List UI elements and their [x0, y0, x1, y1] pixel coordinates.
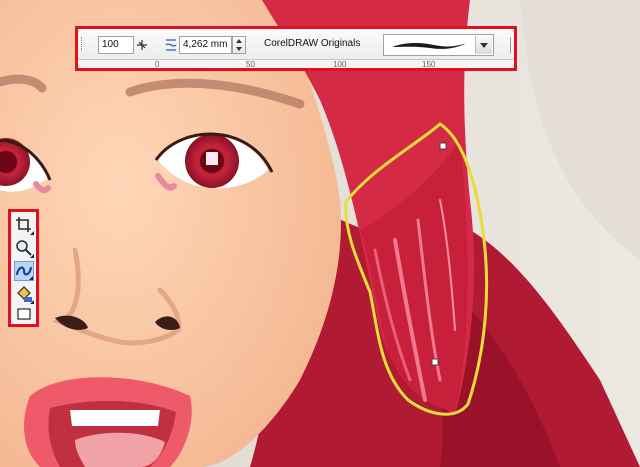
ruler-label: 0 — [155, 60, 160, 69]
scale-lock-icon[interactable] — [134, 37, 150, 53]
flyout-indicator-icon — [30, 231, 34, 235]
teeth — [70, 410, 160, 426]
spin-up-icon[interactable] — [236, 39, 242, 43]
ruler-label: 50 — [246, 60, 255, 69]
horizontal-ruler: 0 50 100 150 — [78, 60, 514, 71]
rectangle-tool[interactable] — [14, 307, 34, 321]
spin-down-icon[interactable] — [236, 47, 242, 51]
flyout-indicator-icon — [29, 276, 33, 280]
dropdown-arrow-icon[interactable] — [475, 36, 492, 54]
tongue — [75, 432, 165, 467]
preset-category-label[interactable]: CorelDRAW Originals — [264, 38, 360, 49]
brush-stroke-dropdown[interactable] — [383, 34, 494, 56]
smart-fill-tool[interactable] — [14, 284, 34, 304]
artistic-media-property-bar: 100 4,262 mm CorelDRAW Originals 0 50 10… — [75, 26, 517, 71]
stroke-width-icon — [164, 36, 178, 54]
crop-tool[interactable] — [14, 215, 34, 235]
rectangle-icon — [17, 308, 31, 320]
path-node-handle[interactable] — [431, 358, 439, 366]
toolbar-grip[interactable] — [81, 37, 85, 51]
property-bar-strip: 100 4,262 mm CorelDRAW Originals — [78, 29, 514, 60]
right-eye-glint — [206, 152, 218, 165]
next-control-edge — [510, 37, 519, 53]
path-node-handle[interactable] — [439, 142, 447, 150]
artistic-media-tool[interactable] — [14, 261, 34, 281]
size-input[interactable]: 100 — [98, 36, 134, 54]
ruler-label: 150 — [422, 60, 436, 69]
flyout-indicator-icon — [30, 254, 34, 258]
flyout-indicator-icon — [30, 300, 34, 304]
zoom-tool[interactable] — [14, 238, 34, 258]
ruler-label: 100 — [333, 60, 347, 69]
stroke-width-input[interactable]: 4,262 mm — [179, 36, 232, 54]
stroke-width-spinner[interactable] — [232, 36, 246, 54]
brush-stroke-preview — [392, 43, 466, 49]
toolbox — [8, 209, 39, 327]
